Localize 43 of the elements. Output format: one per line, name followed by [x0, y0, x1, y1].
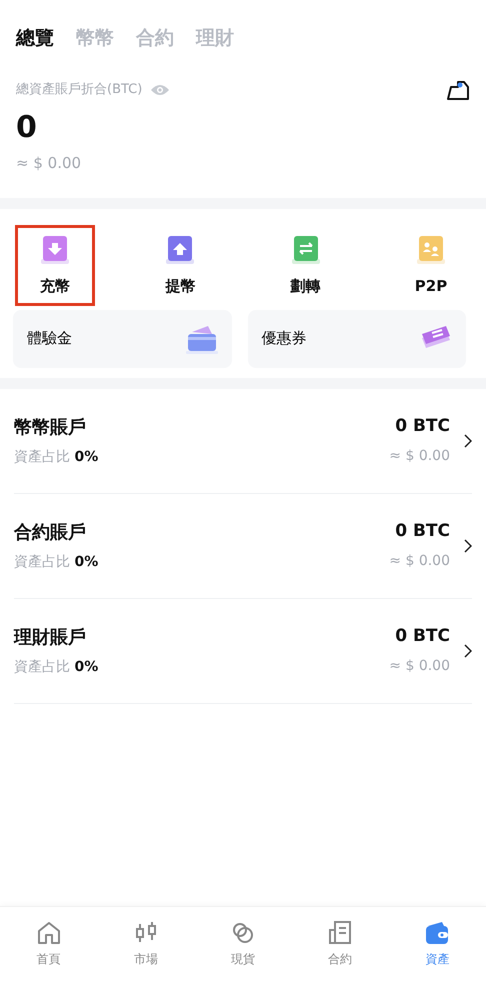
users-icon — [416, 235, 446, 265]
action-button[interactable]: 充幣 — [15, 225, 95, 306]
account-amount: 0 BTC — [394, 520, 450, 544]
home-icon — [36, 920, 62, 946]
wallet-icon — [424, 920, 450, 946]
nav-tab[interactable]: 首頁 — [0, 919, 98, 992]
chevron-right-icon — [464, 434, 472, 448]
account-row[interactable]: 理財賬戶 資產占比 0% 0 BTC ≈ $ 0.00 — [14, 598, 472, 704]
balance-fiat: ≈ $ 0.00 — [16, 152, 82, 174]
asset-share: 資產占比 0% — [14, 552, 100, 572]
nav-tab[interactable]: 市場 — [97, 919, 194, 992]
deposit-icon — [40, 235, 70, 265]
chevron-right-icon — [464, 644, 472, 658]
balance-label: 總資產賬戶折合(BTC) — [16, 80, 142, 99]
account-amount: 0 BTC — [394, 625, 450, 648]
nav-tab[interactable]: 合約 — [292, 919, 389, 992]
action-button[interactable]: 提幣 — [140, 225, 220, 306]
exchange-icon — [230, 920, 256, 946]
asset-share: 資產占比 0% — [14, 448, 100, 466]
account-row[interactable]: 合約賬戶 資產占比 0% 0 BTC ≈ $ 0.00 — [14, 494, 472, 598]
asset-share: 資產占比 0% — [14, 658, 100, 676]
action-button[interactable]: 劃轉 — [266, 225, 346, 306]
account-name: 合約賬戶 — [14, 520, 87, 544]
card-icon — [186, 324, 218, 354]
account-name: 幣幣賬戶 — [14, 416, 87, 440]
bonus-card[interactable]: 體驗金 — [13, 310, 232, 368]
tab[interactable]: 總覽 — [16, 24, 54, 52]
document-icon — [327, 920, 354, 946]
chevron-right-icon — [464, 538, 472, 552]
account-fiat: ≈ $ 0.00 — [389, 552, 450, 571]
account-row[interactable]: 幣幣賬戶 資產占比 0% 0 BTC ≈ $ 0.00 — [14, 388, 472, 494]
nav-tab[interactable]: 資產 — [388, 919, 486, 992]
account-fiat: ≈ $ 0.00 — [389, 446, 450, 466]
balance-amount: 0 — [16, 108, 38, 146]
nav-tab[interactable]: 現貨 — [194, 919, 292, 992]
withdraw-icon — [165, 235, 196, 265]
account-name: 理財賬戶 — [14, 626, 87, 650]
action-button[interactable]: P2P — [390, 225, 471, 306]
account-amount: 0 BTC — [394, 415, 450, 438]
transfer-icon — [290, 235, 321, 265]
account-fiat: ≈ $ 0.00 — [389, 656, 450, 676]
wallet-icon[interactable] — [446, 78, 470, 100]
bonus-card[interactable]: 優惠券 — [248, 310, 466, 368]
